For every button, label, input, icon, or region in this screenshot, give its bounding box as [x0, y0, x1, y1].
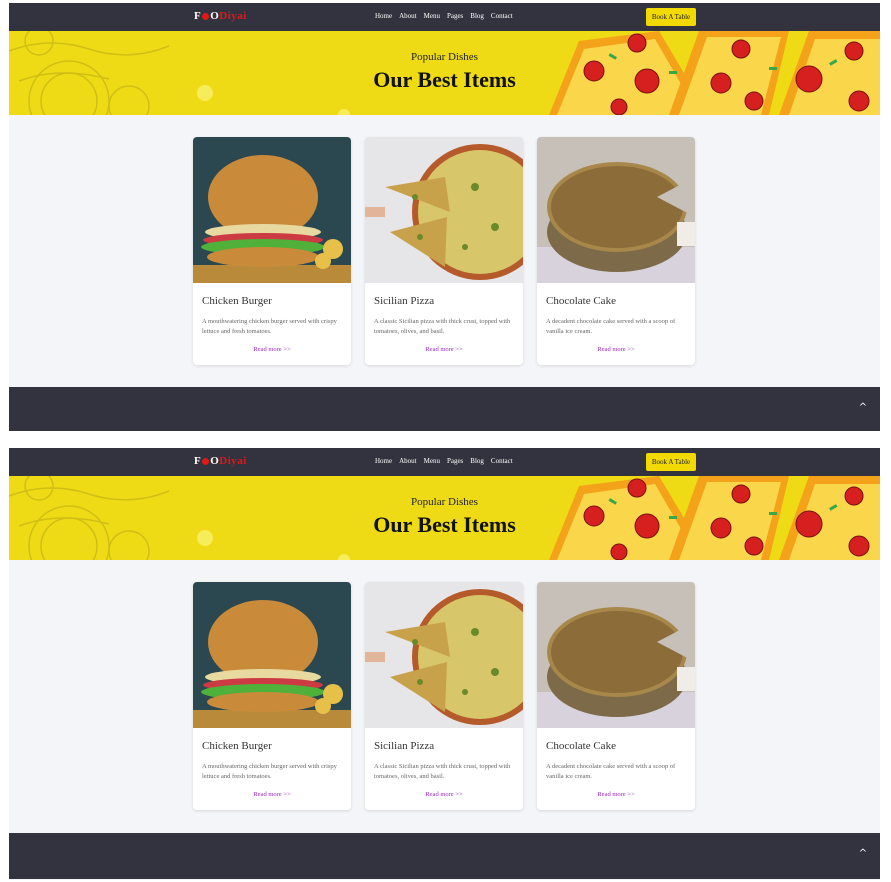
- logo-letter-f: F: [194, 455, 202, 467]
- nav-item-blog[interactable]: Blog: [470, 12, 484, 20]
- nav-item-pages[interactable]: Pages: [447, 12, 463, 20]
- cake-image: [537, 137, 695, 283]
- hero-banner: Popular Dishes Our Best Items: [9, 476, 880, 560]
- scroll-top-icon[interactable]: ^: [856, 401, 870, 415]
- read-more-link[interactable]: Read more >>: [193, 346, 351, 353]
- top-navbar: F ODiyai Home About Menu Pages Blog Conta…: [9, 3, 880, 31]
- pizza-image: [365, 582, 523, 728]
- dish-description: A classic Sicilian pizza with thick crus…: [374, 318, 511, 335]
- hero-title: Our Best Items: [373, 512, 516, 537]
- nav-item-contact[interactable]: Contact: [491, 12, 513, 20]
- nav-item-home[interactable]: Home: [375, 12, 392, 20]
- dish-cards: Chicken Burger A mouthwatering chicken b…: [193, 582, 695, 810]
- book-table-button[interactable]: Book A Table: [646, 453, 696, 471]
- burger-image: [193, 582, 351, 728]
- logo-dot-icon: [202, 457, 210, 465]
- hero-subtitle: Popular Dishes: [411, 51, 478, 63]
- dish-card-pizza[interactable]: Sicilian Pizza A classic Sicilian pizza …: [365, 582, 523, 810]
- burger-image: [193, 137, 351, 283]
- read-more-link[interactable]: Read more >>: [193, 791, 351, 798]
- page-view-1: F ODiyai Home About Menu Pages Blog Conta…: [9, 3, 880, 431]
- read-more-link[interactable]: Read more >>: [365, 791, 523, 798]
- cake-image: [537, 582, 695, 728]
- nav-item-pages[interactable]: Pages: [447, 457, 463, 465]
- nav-menu: Home About Menu Pages Blog Contact: [375, 457, 513, 465]
- nav-item-menu[interactable]: Menu: [424, 457, 440, 465]
- dish-card-burger[interactable]: Chicken Burger A mouthwatering chicken b…: [193, 582, 351, 810]
- pizza-image: [365, 137, 523, 283]
- dish-description: A classic Sicilian pizza with thick crus…: [374, 763, 511, 780]
- dish-title: Chocolate Cake: [546, 740, 616, 752]
- page-view-2: F ODiyai Home About Menu Pages Blog Conta…: [9, 448, 880, 880]
- footer-bar: ^: [9, 387, 880, 431]
- site-logo[interactable]: F ODiyai: [194, 455, 247, 467]
- hero-title: Our Best Items: [373, 67, 516, 92]
- dish-title: Chicken Burger: [202, 295, 272, 307]
- nav-item-menu[interactable]: Menu: [424, 12, 440, 20]
- dish-title: Sicilian Pizza: [374, 740, 435, 752]
- nav-item-contact[interactable]: Contact: [491, 457, 513, 465]
- logo-letter-f: F: [194, 10, 202, 22]
- dish-card-cake[interactable]: Chocolate Cake A decadent chocolate cake…: [537, 582, 695, 810]
- nav-item-home[interactable]: Home: [375, 457, 392, 465]
- logo-word-red: Diyai: [219, 10, 247, 22]
- read-more-link[interactable]: Read more >>: [537, 791, 695, 798]
- dish-card-pizza[interactable]: Sicilian Pizza A classic Sicilian pizza …: [365, 137, 523, 365]
- logo-word-red: Diyai: [219, 455, 247, 467]
- dish-description: A decadent chocolate cake served with a …: [546, 318, 676, 335]
- hero-banner: Popular Dishes Our Best Items: [9, 31, 880, 115]
- nav-item-about[interactable]: About: [399, 12, 417, 20]
- dish-title: Chicken Burger: [202, 740, 272, 752]
- nav-item-blog[interactable]: Blog: [470, 457, 484, 465]
- read-more-link[interactable]: Read more >>: [537, 346, 695, 353]
- dish-description: A mouthwatering chicken burger served wi…: [202, 318, 337, 335]
- logo-letter-o: O: [210, 10, 220, 22]
- footer-bar: ^: [9, 833, 880, 879]
- dish-description: A mouthwatering chicken burger served wi…: [202, 763, 337, 780]
- nav-item-about[interactable]: About: [399, 457, 417, 465]
- read-more-link[interactable]: Read more >>: [365, 346, 523, 353]
- dish-title: Chocolate Cake: [546, 295, 616, 307]
- logo-dot-icon: [202, 12, 210, 20]
- nav-menu: Home About Menu Pages Blog Contact: [375, 12, 513, 20]
- hero-subtitle: Popular Dishes: [411, 496, 478, 508]
- logo-letter-o: O: [210, 455, 220, 467]
- site-logo[interactable]: F ODiyai: [194, 10, 247, 22]
- top-navbar: F ODiyai Home About Menu Pages Blog Conta…: [9, 448, 880, 476]
- dish-description: A decadent chocolate cake served with a …: [546, 763, 676, 780]
- dish-title: Sicilian Pizza: [374, 295, 435, 307]
- book-table-button[interactable]: Book A Table: [646, 8, 696, 26]
- dish-cards: Chicken Burger A mouthwatering chicken b…: [193, 137, 695, 365]
- scroll-top-icon[interactable]: ^: [856, 847, 870, 861]
- dish-card-burger[interactable]: Chicken Burger A mouthwatering chicken b…: [193, 137, 351, 365]
- dish-card-cake[interactable]: Chocolate Cake A decadent chocolate cake…: [537, 137, 695, 365]
